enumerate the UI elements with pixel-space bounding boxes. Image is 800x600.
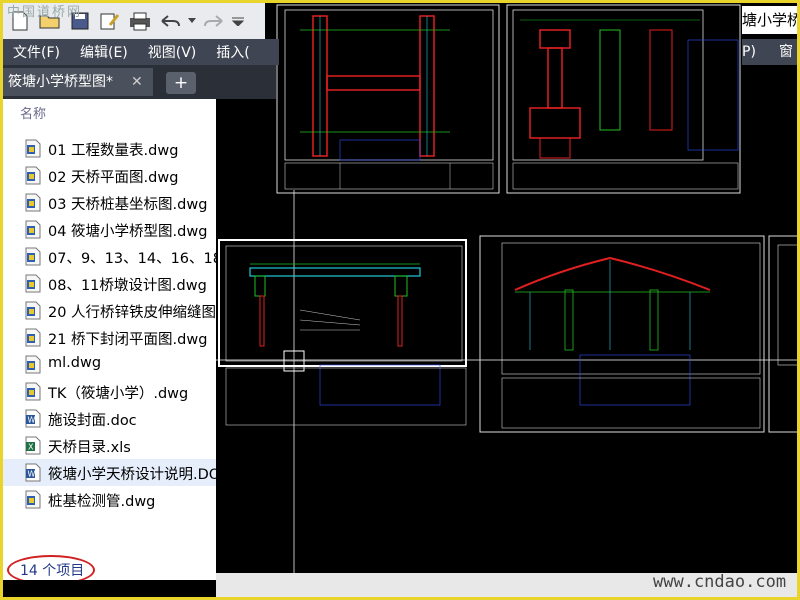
- watermark: www.cndao.com: [653, 572, 787, 592]
- file-list-item[interactable]: 07、9、13、14、16、18: [3, 243, 216, 270]
- menu-file[interactable]: 文件(F): [3, 42, 70, 62]
- file-name: 20 人行桥锌铁皮伸缩缝图: [48, 305, 216, 321]
- file-name: 08、11桥墩设计图.dwg: [48, 278, 207, 294]
- drawing-sheet-3: [218, 239, 467, 426]
- dwg-file-icon: [25, 220, 41, 239]
- column-header-name[interactable]: 名称: [20, 103, 46, 122]
- dwg-file-icon: [25, 166, 41, 185]
- file-list-item[interactable]: 20 人行桥锌铁皮伸缩缝图: [3, 297, 216, 324]
- file-name: 桩基检测管.dwg: [48, 494, 156, 510]
- dwg-file-icon: [25, 301, 41, 320]
- file-name: 筱塘小学天桥设计说明.DO: [48, 467, 216, 483]
- dwg-file-icon: [25, 355, 41, 374]
- drawing-sheet-4: [479, 235, 765, 433]
- undo-dropdown-icon[interactable]: [187, 8, 197, 34]
- doc-file-icon: W: [25, 409, 41, 428]
- new-tab-button[interactable]: +: [166, 72, 196, 94]
- file-name: 03 天桥桩基坐标图.dwg: [48, 197, 208, 213]
- file-list-item[interactable]: W 施设封面.doc: [3, 405, 216, 432]
- file-name: 21 桥下封闭平面图.dwg: [48, 332, 208, 348]
- file-list-item[interactable]: 21 桥下封闭平面图.dwg: [3, 324, 216, 351]
- drawing-sheet-2: [506, 4, 741, 194]
- file-list-item[interactable]: 03 天桥桩基坐标图.dwg: [3, 189, 216, 216]
- file-name: 01 工程数量表.dwg: [48, 143, 179, 159]
- tab-active-document[interactable]: 筱塘小学桥型图* ✕: [3, 68, 153, 96]
- window-title: 塘小学桥: [742, 6, 797, 34]
- drawing-sheet-1: [276, 4, 500, 194]
- file-name: 02 天桥平面图.dwg: [48, 170, 179, 186]
- dwg-file-icon: [25, 328, 41, 347]
- file-list-item[interactable]: 04 筱塘小学桥型图.dwg: [3, 216, 216, 243]
- dwg-file-icon: [25, 274, 41, 293]
- undo-icon[interactable]: [157, 8, 183, 34]
- menu-window[interactable]: 窗: [779, 39, 793, 65]
- menu-view[interactable]: 视图(V): [138, 42, 207, 62]
- dwg-file-icon: [25, 382, 41, 401]
- quick-access-toolbar: 中国道桥网: [3, 3, 265, 39]
- file-list-item[interactable]: 08、11桥墩设计图.dwg: [3, 270, 216, 297]
- drawing-sheet-5: [768, 235, 800, 433]
- file-name: 04 筱塘小学桥型图.dwg: [48, 224, 208, 240]
- menu-fragment[interactable]: P): [742, 39, 756, 65]
- svg-text:X: X: [28, 443, 34, 452]
- file-list-item[interactable]: X 天桥目录.xls: [3, 432, 216, 459]
- close-icon[interactable]: ✕: [131, 68, 143, 96]
- file-explorer-panel: 名称 01 工程数量表.dwg 02 天桥平面图.dwg 03 天桥桩基坐标图.dw…: [3, 99, 216, 580]
- dwg-file-icon: [25, 139, 41, 158]
- file-name: 施设封面.doc: [48, 413, 137, 429]
- file-name: 07、9、13、14、16、18: [48, 251, 216, 267]
- item-count-status: 14 个项目: [20, 563, 85, 579]
- file-list-item[interactable]: W 筱塘小学天桥设计说明.DO: [3, 459, 216, 486]
- file-list-item[interactable]: 02 天桥平面图.dwg: [3, 162, 216, 189]
- edit-icon[interactable]: [97, 8, 123, 34]
- file-list-item[interactable]: ml.dwg: [3, 351, 216, 378]
- svg-text:W: W: [28, 416, 36, 425]
- file-name: TK（筱塘小学）.dwg: [48, 386, 189, 402]
- file-name: ml.dwg: [48, 355, 102, 371]
- dropdown-icon[interactable]: [231, 8, 245, 34]
- file-list: 01 工程数量表.dwg 02 天桥平面图.dwg 03 天桥桩基坐标图.dwg 04…: [3, 135, 216, 513]
- tab-label: 筱塘小学桥型图*: [8, 74, 113, 90]
- file-name: 天桥目录.xls: [48, 440, 131, 456]
- menu-insert[interactable]: 插入(: [206, 42, 259, 62]
- ghost-title: 中国道桥网: [7, 5, 83, 20]
- redo-icon[interactable]: [201, 8, 227, 34]
- menubar: 文件(F) 编辑(E) 视图(V) 插入(: [3, 39, 279, 65]
- dwg-file-icon: [25, 247, 41, 266]
- svg-text:W: W: [28, 470, 36, 479]
- dwg-file-icon: [25, 490, 41, 509]
- file-list-item[interactable]: 桩基检测管.dwg: [3, 486, 216, 513]
- print-icon[interactable]: [127, 8, 153, 34]
- dwg-file-icon: [25, 193, 41, 212]
- file-list-item[interactable]: TK（筱塘小学）.dwg: [3, 378, 216, 405]
- doc-file-icon: W: [25, 463, 41, 482]
- document-tabbar: 筱塘小学桥型图* ✕ +: [3, 65, 276, 99]
- file-list-item[interactable]: 01 工程数量表.dwg: [3, 135, 216, 162]
- menu-edit[interactable]: 编辑(E): [70, 42, 138, 62]
- xls-file-icon: X: [25, 436, 41, 455]
